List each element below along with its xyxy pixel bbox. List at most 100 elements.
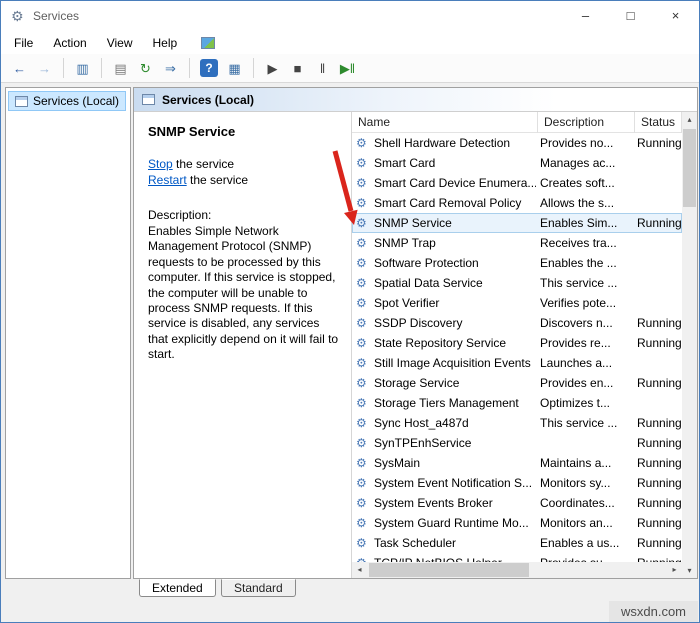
service-gear-icon: ⚙ — [356, 213, 367, 233]
column-header-status[interactable]: Status — [635, 112, 682, 133]
start-service-button[interactable]: ▶ — [261, 57, 284, 80]
service-gear-icon: ⚙ — [356, 433, 367, 453]
cell: Allows the s... — [540, 193, 633, 213]
table-row[interactable]: ⚙Smart Card Removal PolicyAllows the s..… — [352, 193, 682, 213]
show-console-tree-button[interactable]: ▥ — [71, 57, 94, 80]
menu-file[interactable]: File — [4, 36, 43, 50]
menu-action[interactable]: Action — [43, 36, 96, 50]
tab-standard[interactable]: Standard — [221, 579, 296, 597]
table-row[interactable]: ⚙Still Image Acquisition EventsLaunches … — [352, 353, 682, 373]
service-gear-icon: ⚙ — [356, 493, 367, 513]
cell: Running — [637, 513, 682, 533]
service-gear-icon: ⚙ — [356, 533, 367, 553]
properties-button[interactable]: ▤ — [109, 57, 132, 80]
console-window-icon — [15, 96, 28, 107]
bottom-strip: wsxdn.com — [1, 599, 699, 623]
table-row[interactable]: ⚙SysMainMaintains a...Running — [352, 453, 682, 473]
cell: Running — [637, 493, 682, 513]
restart-service-button[interactable]: ▶‖ — [336, 57, 359, 80]
table-row[interactable]: ⚙SSDP DiscoveryDiscovers n...Running — [352, 313, 682, 333]
table-row[interactable]: ⚙Spatial Data ServiceThis service ... — [352, 273, 682, 293]
scroll-right-icon[interactable]: ▸ — [667, 562, 682, 577]
cell: TCP/IP NetBIOS Helper — [374, 553, 536, 562]
cell: System Events Broker — [374, 493, 536, 513]
restart-service-link[interactable]: Restart — [148, 173, 187, 187]
cell: Storage Tiers Management — [374, 393, 536, 413]
table-row[interactable]: ⚙SynTPEnhServiceRunning — [352, 433, 682, 453]
table-row[interactable]: ⚙Task SchedulerEnables a us...Running — [352, 533, 682, 553]
table-row[interactable]: ⚙System Events BrokerCoordinates...Runni… — [352, 493, 682, 513]
services-window: ⚙ Services – □ × File Action View Help ←… — [0, 0, 700, 623]
cell: Running — [637, 213, 682, 233]
cell: Enables a us... — [540, 533, 633, 553]
cell: Enables the ... — [540, 253, 633, 273]
service-gear-icon: ⚙ — [356, 393, 367, 413]
cell: Provides re... — [540, 333, 633, 353]
cell: Still Image Acquisition Events — [374, 353, 536, 373]
cell: Task Scheduler — [374, 533, 536, 553]
cell: SNMP Service — [374, 213, 536, 233]
column-header-name[interactable]: Name — [352, 112, 538, 133]
vertical-scrollbar-thumb[interactable] — [683, 129, 696, 207]
cell: Verifies pote... — [540, 293, 633, 313]
table-row[interactable]: ⚙Spot VerifierVerifies pote... — [352, 293, 682, 313]
refresh-button[interactable]: ↻ — [134, 57, 157, 80]
toolbar-separator — [189, 58, 190, 78]
cell: Optimizes t... — [540, 393, 633, 413]
service-description: Enables Simple Network Management Protoc… — [148, 224, 342, 363]
show-description-button[interactable]: ▦ — [223, 57, 246, 80]
service-gear-icon: ⚙ — [356, 373, 367, 393]
table-row[interactable]: ⚙ Storage Tiers ManagementOptimizes t... — [352, 393, 682, 413]
back-button[interactable]: ← — [8, 57, 31, 80]
sidebar-item-services-local[interactable]: Services (Local) — [8, 91, 126, 111]
stop-service-link[interactable]: Stop — [148, 157, 173, 171]
cell: Spatial Data Service — [374, 273, 536, 293]
toolbar-separator — [101, 58, 102, 78]
service-gear-icon: ⚙ — [356, 133, 367, 153]
tab-extended[interactable]: Extended — [139, 579, 216, 597]
table-row[interactable]: ⚙Storage ServiceProvides en...Running — [352, 373, 682, 393]
close-button[interactable]: × — [653, 1, 698, 31]
service-gear-icon: ⚙ — [356, 473, 367, 493]
table-row[interactable]: ⚙System Guard Runtime Mo...Monitors an..… — [352, 513, 682, 533]
vertical-scrollbar[interactable]: ▴ ▾ — [682, 112, 697, 578]
toolbar-separator — [63, 58, 64, 78]
table-row[interactable]: ⚙Smart Card Device Enumera...Creates sof… — [352, 173, 682, 193]
tree-item-label: Services (Local) — [33, 94, 119, 108]
horizontal-scrollbar-thumb[interactable] — [369, 563, 529, 577]
export-list-button[interactable]: ⇒ — [159, 57, 182, 80]
cell: Provides no... — [540, 133, 633, 153]
scroll-left-icon[interactable]: ◂ — [352, 562, 367, 577]
table-row[interactable]: ⚙SNMP ServiceEnables Sim...Running — [352, 213, 682, 233]
service-gear-icon: ⚙ — [356, 553, 367, 562]
maximize-button[interactable]: □ — [608, 1, 653, 31]
scroll-down-icon[interactable]: ▾ — [682, 563, 697, 578]
help-button[interactable]: ? — [200, 59, 218, 77]
extended-detail-panel: SNMP Service Stop the service Restart th… — [134, 112, 352, 578]
service-gear-icon: ⚙ — [356, 453, 367, 473]
title-bar: ⚙ Services – □ × — [1, 1, 699, 31]
horizontal-scrollbar[interactable]: ◂ ▸ — [352, 562, 682, 578]
scroll-up-icon[interactable]: ▴ — [682, 112, 697, 127]
selected-service-name: SNMP Service — [148, 124, 235, 139]
table-row[interactable]: ⚙Sync Host_a487dThis service ...Running — [352, 413, 682, 433]
table-row[interactable]: ⚙System Event Notification S...Monitors … — [352, 473, 682, 493]
table-row[interactable]: ⚙TCP/IP NetBIOS HelperProvides su...Runn… — [352, 553, 682, 562]
table-row[interactable]: ⚙Software ProtectionEnables the ... — [352, 253, 682, 273]
table-row[interactable]: ⚙State Repository ServiceProvides re...R… — [352, 333, 682, 353]
column-header-description[interactable]: Description — [538, 112, 635, 133]
view-tabs: Extended Standard — [133, 579, 698, 599]
cell: Monitors sy... — [540, 473, 633, 493]
table-row[interactable]: ⚙Smart CardManages ac... — [352, 153, 682, 173]
table-row[interactable]: ⚙Shell Hardware DetectionProvides no...R… — [352, 133, 682, 153]
cell: SSDP Discovery — [374, 313, 536, 333]
service-gear-icon: ⚙ — [356, 513, 367, 533]
minimize-button[interactable]: – — [563, 1, 608, 31]
pause-service-button[interactable]: ‖ — [311, 57, 334, 80]
menu-view[interactable]: View — [97, 36, 143, 50]
forward-button[interactable]: → — [33, 57, 56, 80]
menu-help[interactable]: Help — [143, 36, 188, 50]
service-action-links: Stop the service Restart the service — [148, 156, 248, 188]
table-row[interactable]: ⚙SNMP TrapReceives tra... — [352, 233, 682, 253]
stop-service-button[interactable]: ■ — [286, 57, 309, 80]
